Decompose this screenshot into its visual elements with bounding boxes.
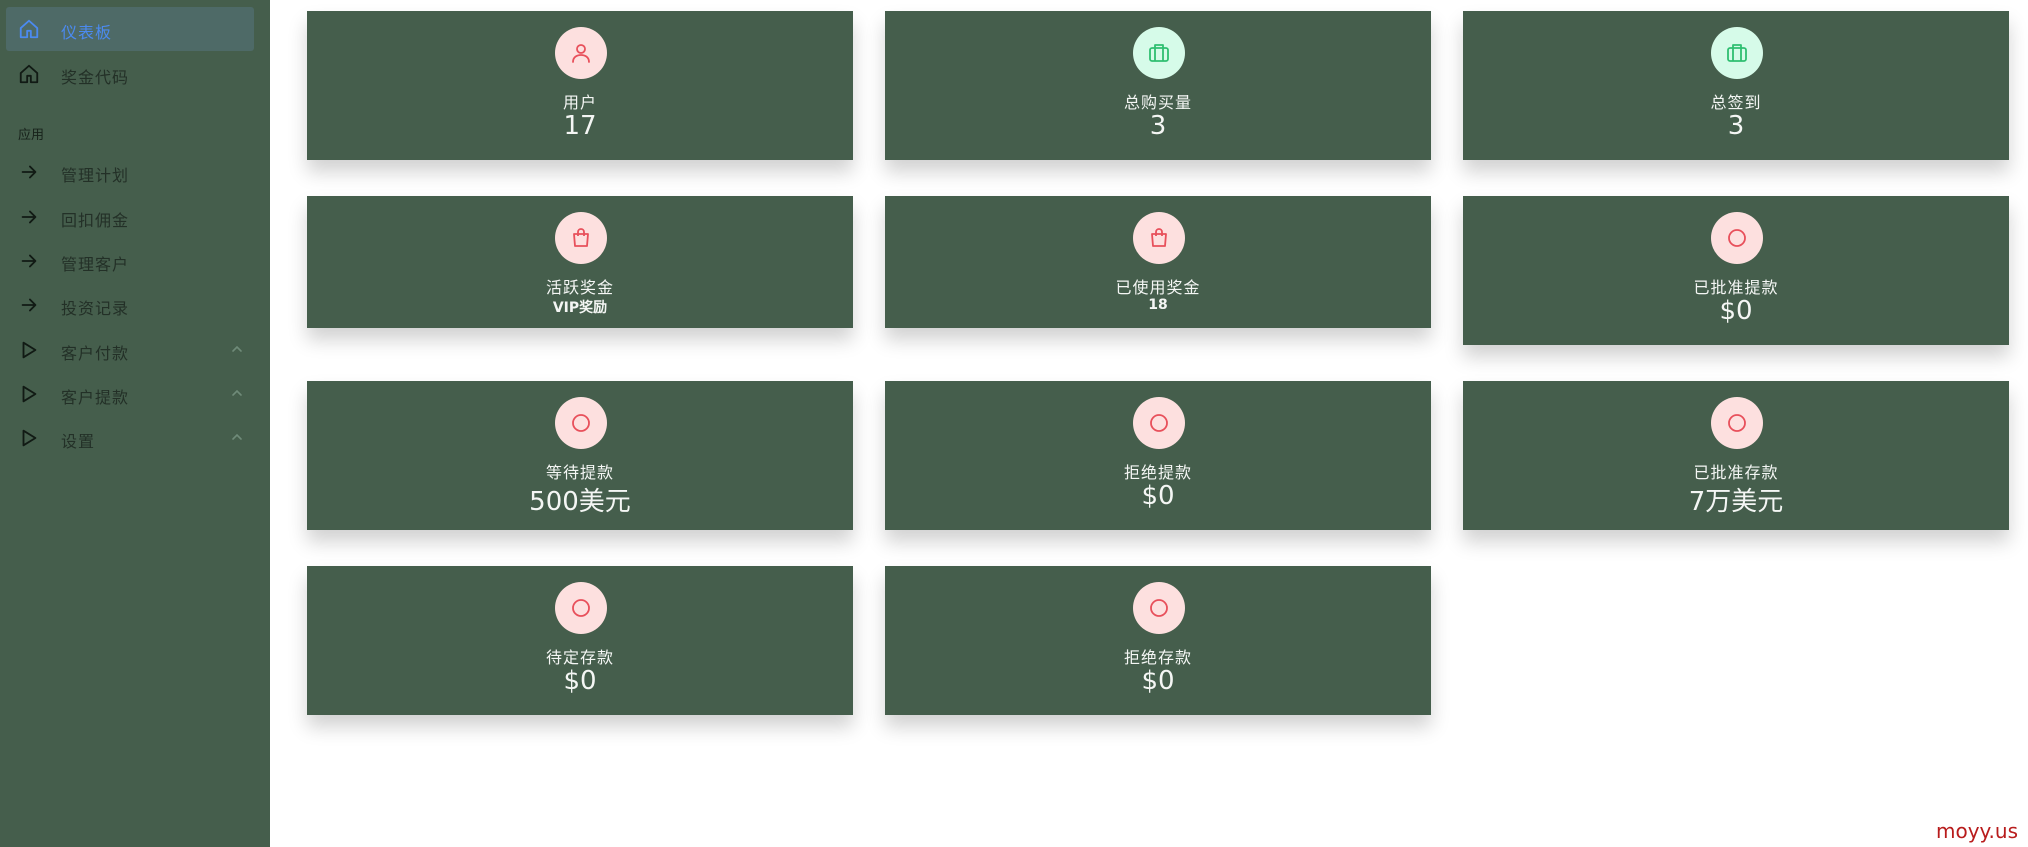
watermark: moyy.us xyxy=(1936,819,2018,843)
sidebar-item-manage-customers[interactable]: 管理客户 xyxy=(6,239,254,283)
sidebar-item-label: 管理计划 xyxy=(61,166,130,185)
sidebar-item-bonus-code[interactable]: 奖金代码 xyxy=(6,52,254,96)
stat-card-title: 已使用奖金 xyxy=(1115,278,1201,297)
stat-card-total-checkins: 总签到 3 xyxy=(1463,11,2009,160)
shopping-bag-icon xyxy=(1133,212,1185,264)
stat-card-title: 等待提款 xyxy=(545,463,614,482)
sidebar-item-investment-records[interactable]: 投资记录 xyxy=(6,283,254,327)
stat-card-title: 已批准提款 xyxy=(1693,278,1779,297)
stat-card-title: 总购买量 xyxy=(1123,93,1192,112)
stat-card-approved-deposits: 已批准存款 7万美元 xyxy=(1463,381,2009,530)
sidebar-item-label: 奖金代码 xyxy=(61,68,130,87)
stat-card-value: 3 xyxy=(1727,111,1745,141)
sidebar-item-manage-plans[interactable]: 管理计划 xyxy=(6,150,254,194)
stat-card-pending-deposits: 待定存款 $0 xyxy=(307,566,853,715)
stat-card-rejected-deposits: 拒绝存款 $0 xyxy=(885,566,1431,715)
stat-card-title: 用户 xyxy=(562,93,597,112)
chevron-up-icon xyxy=(230,386,244,400)
stat-card-value: 18 xyxy=(1148,297,1168,313)
stat-card-total-purchases: 总购买量 3 xyxy=(885,11,1431,160)
stat-card-value: VIP奖励 xyxy=(552,300,608,316)
sidebar-group-customer-payments[interactable]: 客户付款 xyxy=(6,328,254,372)
briefcase-icon xyxy=(1711,27,1763,79)
circle-icon xyxy=(1711,397,1763,449)
stat-card-value: 500美元 xyxy=(529,487,631,517)
home-icon xyxy=(18,18,40,40)
stat-card-title: 活跃奖金 xyxy=(545,278,614,297)
stat-card-title: 拒绝提款 xyxy=(1123,463,1192,482)
arrow-right-icon xyxy=(18,294,40,316)
stat-card-title: 待定存款 xyxy=(545,648,614,667)
stat-card-value: $0 xyxy=(1141,481,1175,511)
circle-icon xyxy=(555,582,607,634)
briefcase-icon xyxy=(1133,27,1185,79)
stat-card-value: 17 xyxy=(563,111,597,141)
stat-card-approved-withdrawals: 已批准提款 $0 xyxy=(1463,196,2009,345)
stat-card-rejected-withdrawals: 拒绝提款 $0 xyxy=(885,381,1431,530)
sidebar-item-label: 仪表板 xyxy=(61,23,113,42)
stat-card-users: 用户 17 xyxy=(307,11,853,160)
stat-card-title: 拒绝存款 xyxy=(1123,648,1192,667)
sidebar-item-label: 投资记录 xyxy=(61,299,130,318)
stat-card-value: $0 xyxy=(563,666,597,696)
sidebar-item-label: 客户提款 xyxy=(61,388,130,407)
stat-card-used-bonus: 已使用奖金 18 xyxy=(885,196,1431,328)
circle-icon xyxy=(1133,582,1185,634)
arrow-right-icon xyxy=(18,250,40,272)
sidebar-group-customer-withdrawals[interactable]: 客户提款 xyxy=(6,372,254,416)
stat-card-value: $0 xyxy=(1719,296,1753,326)
circle-icon xyxy=(555,397,607,449)
stat-card-active-bonus: 活跃奖金 VIP奖励 xyxy=(307,196,853,328)
sidebar: 仪表板 奖金代码 应用 管理计划 回扣佣金 管理客户 投资记录 客户付款 客户提… xyxy=(0,0,270,847)
sidebar-item-label: 设置 xyxy=(61,432,96,451)
shopping-bag-icon xyxy=(555,212,607,264)
stat-card-pending-withdrawals: 等待提款 500美元 xyxy=(307,381,853,530)
arrow-right-icon xyxy=(18,161,40,183)
stat-card-value: 7万美元 xyxy=(1688,487,1784,517)
chevron-up-icon xyxy=(230,430,244,444)
sidebar-item-label: 管理客户 xyxy=(61,255,130,274)
stat-card-title: 已批准存款 xyxy=(1693,463,1779,482)
stat-card-value: 3 xyxy=(1149,111,1167,141)
section-title-apps: 应用 xyxy=(18,128,45,143)
play-icon xyxy=(18,383,40,405)
chevron-up-icon xyxy=(230,342,244,356)
stat-card-value: $0 xyxy=(1141,666,1175,696)
user-icon xyxy=(555,27,607,79)
home-icon xyxy=(18,63,40,85)
arrow-right-icon xyxy=(18,206,40,228)
sidebar-item-rebate-commission[interactable]: 回扣佣金 xyxy=(6,195,254,239)
sidebar-item-label: 客户付款 xyxy=(61,344,130,363)
sidebar-item-dashboard[interactable]: 仪表板 xyxy=(6,7,254,51)
sidebar-group-settings[interactable]: 设置 xyxy=(6,416,254,460)
stat-card-title: 总签到 xyxy=(1710,93,1762,112)
circle-icon xyxy=(1133,397,1185,449)
play-icon xyxy=(18,339,40,361)
sidebar-item-label: 回扣佣金 xyxy=(61,211,130,230)
play-icon xyxy=(18,427,40,449)
circle-icon xyxy=(1711,212,1763,264)
